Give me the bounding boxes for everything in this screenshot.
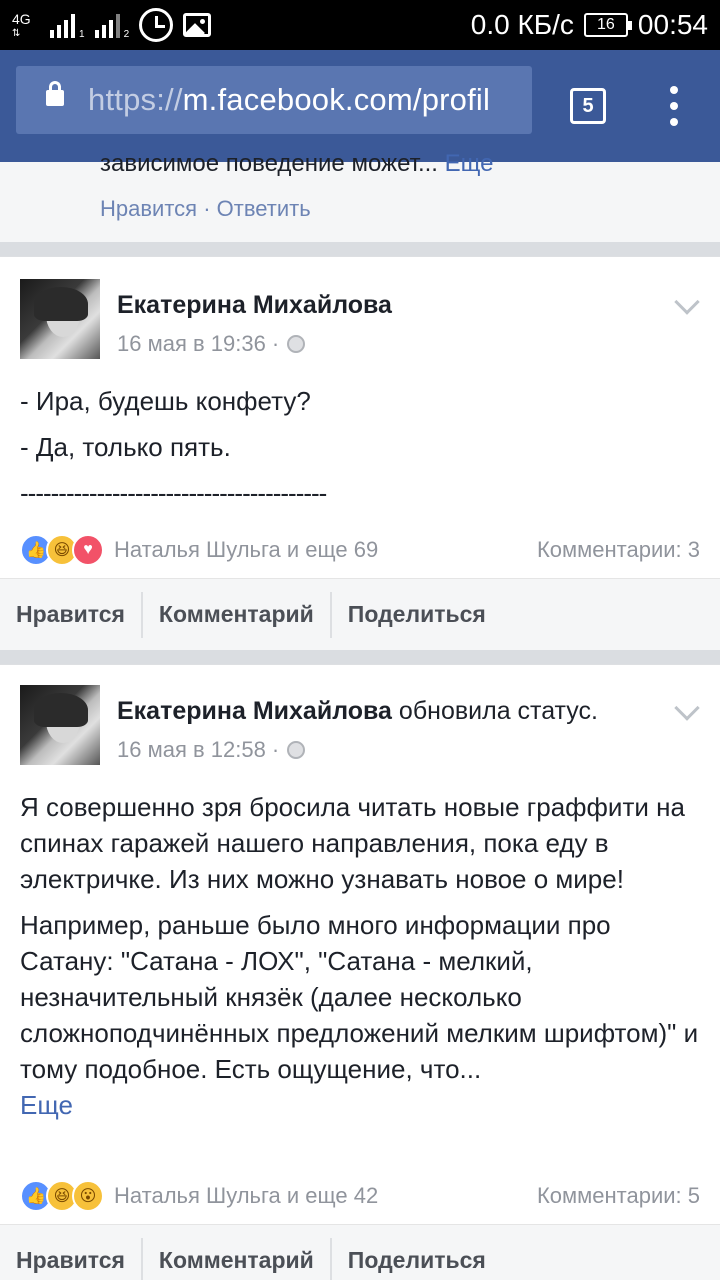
status-bar: 4G ⇅ 1 2 0.0 КБ/с 16 00:54: [0, 0, 720, 50]
like-button[interactable]: Нравится: [0, 1237, 143, 1280]
signal-icon-sim2: 2: [94, 12, 129, 40]
divider: [0, 650, 720, 664]
comment-tail: зависимое поведение может... Еще Нравитс…: [0, 150, 720, 242]
reaction-names[interactable]: Наталья Шульга и еще 42: [114, 1183, 378, 1209]
post-body: - Ира, будешь конфету? - Да, только пять…: [20, 386, 327, 508]
alarm-icon: [139, 8, 174, 42]
globe-icon: [287, 335, 306, 353]
comment-button[interactable]: Комментарий: [143, 591, 332, 638]
post: Екатерина Михайлова обновила статус. 16 …: [0, 664, 720, 1224]
tab-switcher-button[interactable]: 5: [570, 88, 606, 124]
comment-text: зависимое поведение может... Еще: [100, 150, 494, 177]
see-more-link[interactable]: Еще: [445, 150, 494, 177]
clock: 00:54: [637, 9, 708, 40]
wow-reaction-icon: 😮: [72, 1180, 104, 1212]
divider: [0, 242, 720, 256]
chevron-down-icon[interactable]: [674, 695, 700, 721]
post: Екатерина Михайлова 16 мая в 19:36 · - И…: [0, 256, 720, 578]
avatar[interactable]: [20, 685, 100, 765]
post-date[interactable]: 16 мая в 12:58 ·: [117, 737, 306, 763]
globe-icon: [287, 741, 306, 759]
data-speed: 0.0 КБ/с: [470, 9, 574, 40]
reaction-names[interactable]: Наталья Шульга и еще 69: [114, 537, 378, 563]
browser-toolbar: https://m.facebook.com/profil 5: [0, 50, 720, 162]
comment-count[interactable]: Комментарии: 3: [537, 537, 700, 563]
url-bar[interactable]: https://m.facebook.com/profil: [16, 66, 532, 134]
reactions-bar[interactable]: 👍 😆 😮 Наталья Шульга и еще 42 Комментари…: [20, 1179, 700, 1213]
post-author[interactable]: Екатерина Михайлова: [117, 291, 392, 320]
comment-reply-link[interactable]: Ответить: [217, 196, 311, 221]
post-date[interactable]: 16 мая в 19:36 ·: [117, 331, 306, 357]
chevron-down-icon[interactable]: [674, 289, 700, 315]
post-action-bar: Нравится Комментарий Поделиться: [0, 578, 720, 650]
comment-count[interactable]: Комментарии: 5: [537, 1183, 700, 1209]
love-reaction-icon: ♥: [72, 534, 104, 566]
signal-icon: 1: [50, 12, 85, 40]
gallery-icon: [183, 13, 212, 37]
post-action-bar: Нравится Комментарий Поделиться: [0, 1224, 720, 1280]
like-button[interactable]: Нравится: [0, 591, 143, 638]
overflow-menu-icon[interactable]: [664, 86, 684, 126]
comment-button[interactable]: Комментарий: [143, 1237, 332, 1280]
avatar[interactable]: [20, 279, 100, 359]
battery-icon: 16: [583, 13, 632, 37]
reactions-bar[interactable]: 👍 😆 ♥ Наталья Шульга и еще 69 Комментари…: [20, 533, 700, 567]
url-text: https://m.facebook.com/profil: [88, 82, 491, 117]
share-button[interactable]: Поделиться: [332, 1238, 502, 1280]
comment-actions: Нравится · Ответить: [100, 196, 311, 221]
share-button[interactable]: Поделиться: [332, 592, 502, 638]
comment-like-link[interactable]: Нравится: [100, 196, 197, 221]
lock-icon: [46, 81, 64, 106]
network-type: 4G ⇅: [12, 11, 31, 39]
post-body: Я совершенно зря бросила читать новые гр…: [20, 792, 699, 1120]
post-author[interactable]: Екатерина Михайлова обновила статус.: [117, 697, 598, 726]
see-more-link[interactable]: Еще: [20, 1090, 73, 1120]
